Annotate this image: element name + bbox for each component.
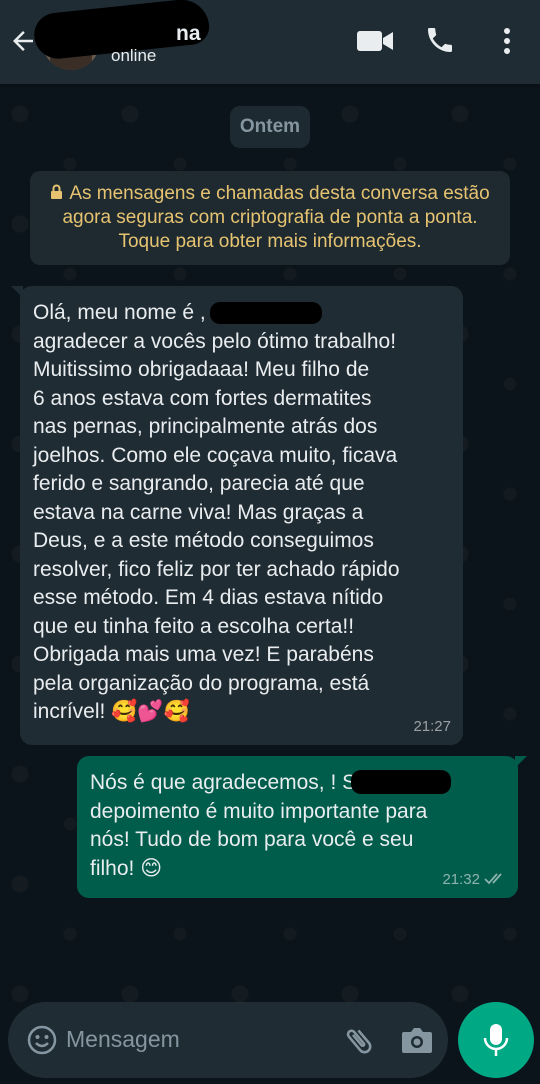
encryption-notice-text: As mensagens e chamadas desta conversa e… bbox=[62, 183, 490, 252]
message-composer[interactable]: Mensagem bbox=[8, 1002, 448, 1078]
video-call-icon[interactable] bbox=[356, 28, 394, 54]
mic-icon bbox=[483, 1024, 509, 1056]
more-options-icon[interactable] bbox=[496, 26, 518, 56]
message-text: Olá, meu nome é , e quero agradecer a vo… bbox=[33, 301, 400, 723]
encryption-notice[interactable]: As mensagens e chamadas desta conversa e… bbox=[30, 171, 510, 265]
message-incoming[interactable]: Olá, meu nome é , e quero agradecer a vo… bbox=[11, 286, 463, 745]
name-redaction bbox=[210, 302, 322, 324]
lock-icon bbox=[51, 184, 63, 199]
contact-status: online bbox=[111, 46, 157, 65]
phone-icon[interactable] bbox=[424, 24, 456, 56]
attach-icon[interactable] bbox=[342, 1024, 376, 1058]
read-receipt-icon bbox=[484, 873, 502, 885]
contact-name[interactable]: na bbox=[176, 22, 201, 46]
chat-header: na online bbox=[0, 0, 540, 84]
message-time: 21:27 bbox=[413, 718, 451, 735]
mic-button[interactable] bbox=[458, 1002, 534, 1078]
name-redaction bbox=[351, 770, 451, 794]
camera-icon[interactable] bbox=[400, 1024, 434, 1056]
message-input[interactable]: Mensagem bbox=[66, 1026, 180, 1053]
message-time: 21:32 bbox=[442, 871, 480, 888]
emoji-icon[interactable] bbox=[26, 1024, 58, 1056]
message-outgoing[interactable]: Nós é que agradecemos, ! Seu depoimento … bbox=[77, 756, 527, 898]
date-chip: Ontem bbox=[230, 106, 310, 148]
